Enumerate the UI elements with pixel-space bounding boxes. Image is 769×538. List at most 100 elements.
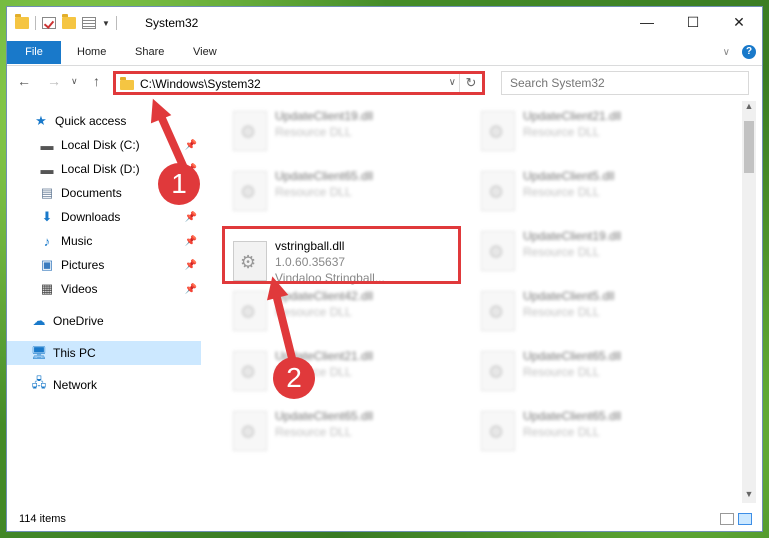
sidebar-item-label: Pictures [61, 258, 105, 272]
back-arrow-icon[interactable]: ← [17, 73, 31, 89]
star-icon: ★ [35, 113, 47, 128]
address-bar[interactable]: C:\Windows\System32 ∨ ↻ [113, 71, 485, 95]
divider [115, 16, 117, 30]
file-type: Resource DLL [523, 365, 600, 379]
customize-toolbar-chevron-icon[interactable]: ▼ [102, 19, 110, 28]
tiles-view-icon[interactable] [738, 513, 752, 525]
file-name: UpdateClient65.dll [275, 169, 374, 183]
address-path[interactable]: C:\Windows\System32 [140, 77, 261, 91]
dll-file-icon [481, 411, 515, 451]
sidebar-item-onedrive[interactable]: ☁ OneDrive [7, 309, 201, 333]
file-type: Resource DLL [275, 425, 352, 439]
minimize-button[interactable]: — [624, 7, 670, 37]
details-view-icon[interactable] [720, 513, 734, 525]
sidebar-item-network[interactable]: 🖧 Network [7, 373, 201, 397]
music-icon: ♪ [43, 233, 51, 249]
pin-icon[interactable]: 📌 [185, 284, 197, 295]
maximize-button[interactable]: ☐ [670, 7, 716, 37]
dll-file-icon [481, 171, 515, 211]
tab-home[interactable]: Home [77, 41, 106, 64]
window-controls: — ☐ ✕ [624, 7, 762, 37]
sidebar-item-label: Local Disk (C:) [61, 138, 140, 152]
sidebar-item-videos[interactable]: ▦ Videos 📌 [7, 277, 201, 301]
vertical-scrollbar[interactable]: ▲ ▼ [742, 101, 756, 503]
sidebar-item-label: OneDrive [53, 314, 104, 328]
scroll-down-icon[interactable]: ▼ [742, 489, 756, 503]
navigation-pane: ★ Quick access ▬ Local Disk (C:) 📌 ▬ Loc… [7, 99, 201, 507]
properties-check-icon[interactable] [42, 17, 56, 29]
pin-icon[interactable]: 📌 [185, 236, 197, 247]
item-count: 114 items [19, 513, 66, 525]
new-folder-icon[interactable] [62, 14, 76, 29]
file-type: Resource DLL [523, 425, 600, 439]
dll-file-icon [481, 111, 515, 151]
drive-icon: ▬ [40, 137, 54, 153]
file-name: UpdateClient65.dll [523, 409, 622, 423]
file-name: UpdateClient65.dll [523, 349, 622, 363]
help-icon[interactable]: ? [742, 45, 756, 59]
dll-file-icon [233, 411, 267, 451]
tab-share[interactable]: Share [135, 41, 164, 64]
rename-icon[interactable] [82, 17, 96, 29]
sidebar-item-music[interactable]: ♪ Music 📌 [7, 229, 201, 253]
file-name: UpdateClient5.dll [523, 169, 615, 183]
file-tile[interactable]: UpdateClient21.dll Resource DLL [473, 103, 703, 157]
status-bar: 114 items [7, 509, 762, 531]
file-tile[interactable]: UpdateClient21.dll Resource DLL [225, 343, 455, 397]
sidebar-item-pictures[interactable]: ▣ Pictures 📌 [7, 253, 201, 277]
file-tile[interactable]: UpdateClient65.dll Resource DLL [473, 403, 703, 457]
pin-icon[interactable]: 📌 [185, 212, 197, 223]
quick-access-toolbar: ▼ [15, 14, 117, 30]
sidebar-item-label: Videos [61, 282, 98, 296]
file-tile[interactable]: UpdateClient5.dll Resource DLL [473, 283, 703, 337]
file-name: UpdateClient19.dll [275, 109, 374, 123]
file-name: UpdateClient5.dll [523, 289, 615, 303]
sidebar-item-this-pc[interactable]: 🖥 This PC [7, 341, 201, 365]
file-tile[interactable]: UpdateClient19.dll Resource DLL [225, 103, 455, 157]
divider [35, 16, 36, 30]
computer-icon: 🖥 [30, 345, 48, 360]
tab-file[interactable]: File [7, 41, 61, 64]
sidebar-item-downloads[interactable]: ⬇ Downloads 📌 [7, 205, 201, 229]
file-tile[interactable]: UpdateClient65.dll Resource DLL [225, 163, 455, 217]
sidebar-item-label: Local Disk (D:) [61, 162, 140, 176]
forward-arrow-icon[interactable]: → [47, 73, 61, 89]
sidebar-item-label: Network [53, 378, 98, 392]
sidebar-item-label: Quick access [55, 114, 127, 128]
file-tile[interactable]: UpdateClient42.dll Resource DLL [225, 283, 455, 337]
dll-file-icon [481, 351, 515, 391]
pin-icon[interactable]: 📌 [185, 260, 197, 271]
sidebar-item-quick-access[interactable]: ★ Quick access [7, 109, 201, 133]
documents-icon: ▤ [40, 185, 54, 200]
expand-ribbon-chevron-icon[interactable]: ∨ [723, 47, 730, 58]
recent-locations-chevron-icon[interactable]: ∨ [71, 76, 78, 87]
window-title: System32 [145, 16, 199, 30]
folder-icon [120, 77, 134, 90]
file-tile[interactable]: UpdateClient65.dll Resource DLL [473, 343, 703, 397]
search-box[interactable] [501, 71, 749, 95]
dll-file-icon [481, 291, 515, 331]
step-badge-2: 2 [273, 357, 315, 399]
address-dropdown-chevron-icon[interactable]: ∨ [449, 77, 456, 88]
close-button[interactable]: ✕ [716, 7, 762, 37]
pin-icon[interactable]: 📌 [185, 140, 197, 151]
sidebar-item-label: This PC [53, 346, 96, 360]
file-type: Resource DLL [523, 125, 600, 139]
dll-file-icon [233, 111, 267, 151]
dll-file-icon [233, 351, 267, 391]
title-bar: ▼ System32 — ☐ ✕ [7, 7, 762, 39]
tab-view[interactable]: View [193, 41, 217, 64]
file-type: Resource DLL [275, 305, 352, 319]
sidebar-item-label: Downloads [61, 210, 121, 224]
search-input[interactable] [502, 72, 748, 94]
ribbon-tabs: File Home Share View ∨ ? [7, 41, 762, 66]
file-tile[interactable]: UpdateClient5.dll Resource DLL [473, 163, 703, 217]
scrollbar-thumb[interactable] [744, 121, 754, 173]
refresh-icon[interactable]: ↻ [459, 74, 482, 92]
up-arrow-icon[interactable]: ↑ [93, 73, 100, 89]
file-tile[interactable]: UpdateClient19.dll Resource DLL [473, 223, 703, 277]
scroll-up-icon[interactable]: ▲ [742, 101, 756, 115]
network-icon: 🖧 [31, 375, 47, 390]
dll-file-icon [481, 231, 515, 271]
file-tile[interactable]: UpdateClient65.dll Resource DLL [225, 403, 455, 457]
